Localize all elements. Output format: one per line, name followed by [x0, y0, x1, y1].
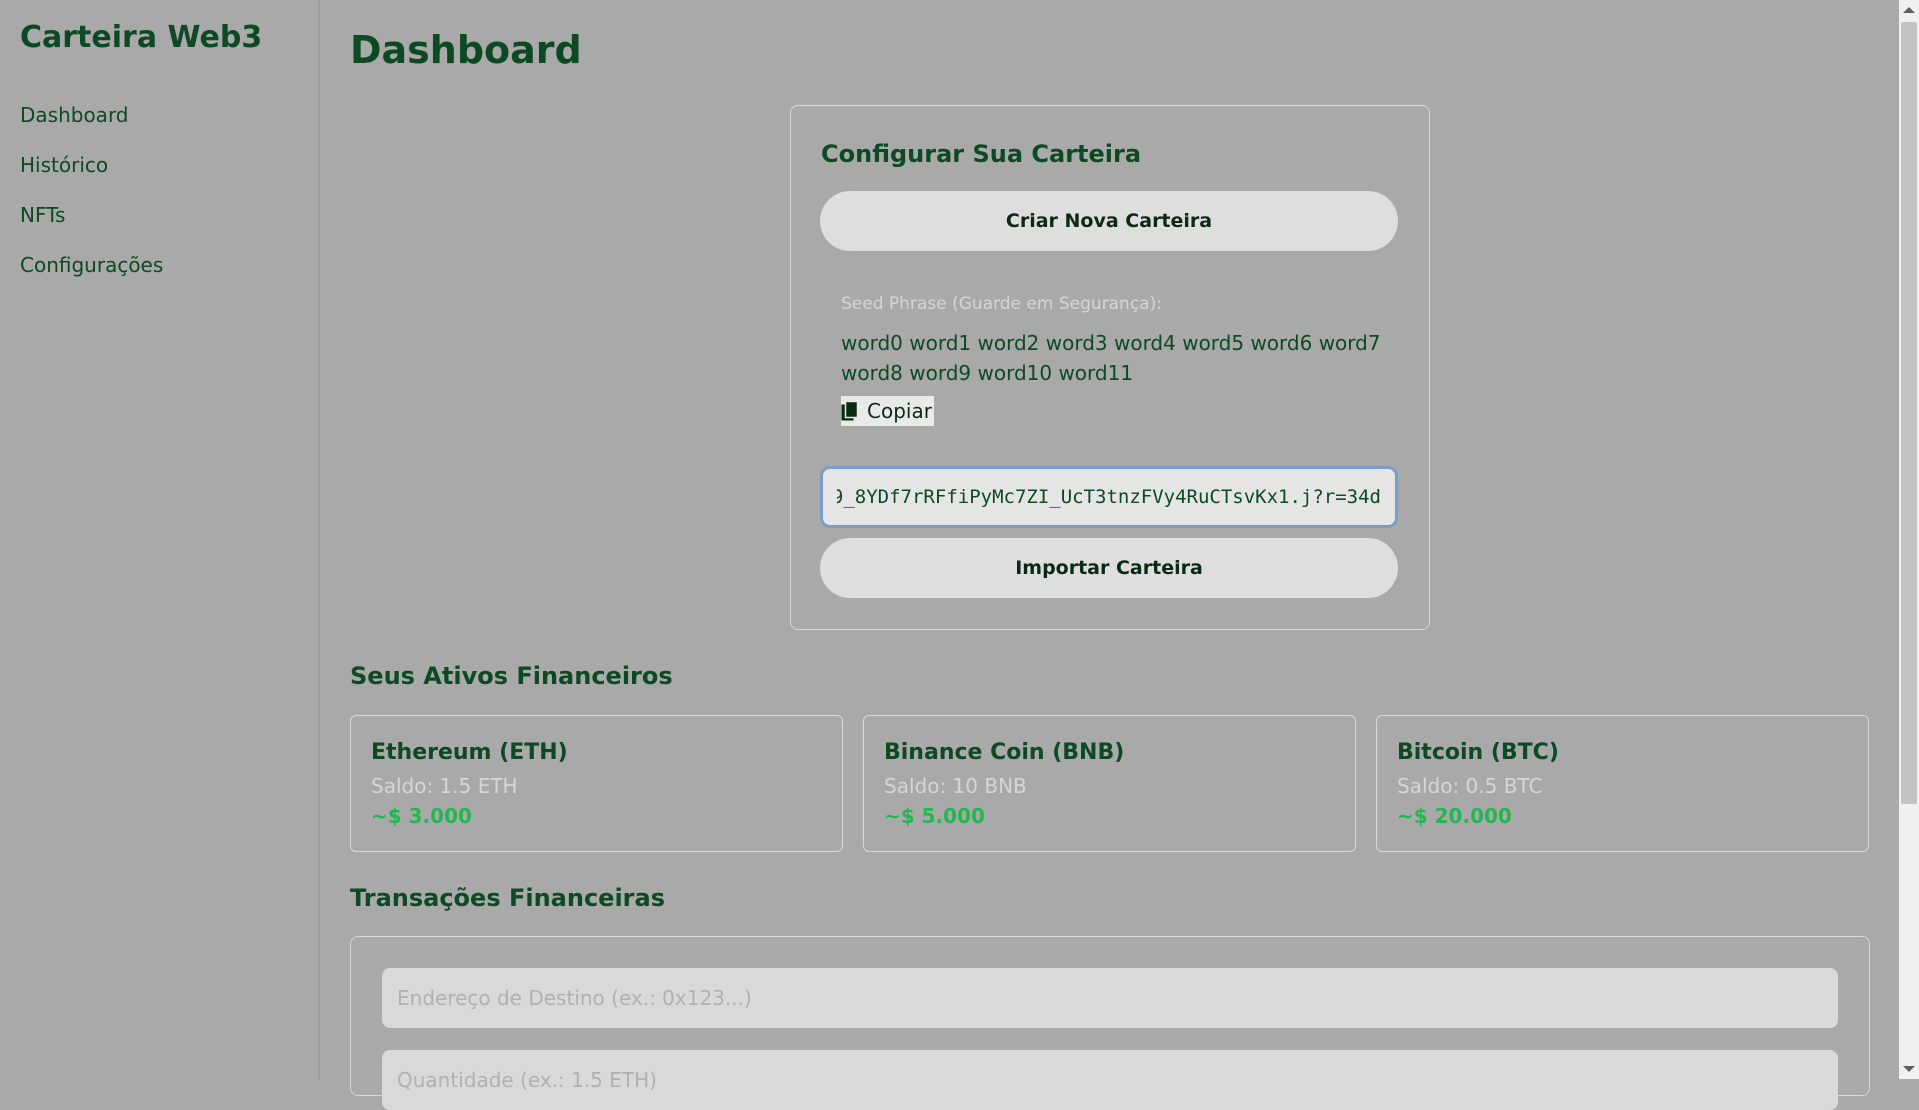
- page-title: Dashboard: [350, 28, 582, 72]
- main-content: Dashboard Configurar Sua Carteira Criar …: [320, 0, 1899, 1110]
- asset-balance: Saldo: 1.5 ETH: [371, 774, 518, 798]
- asset-balance: Saldo: 0.5 BTC: [1397, 774, 1543, 798]
- asset-value: ~$ 20.000: [1397, 804, 1512, 828]
- sidebar-item-nfts[interactable]: NFTs: [20, 203, 65, 227]
- transactions-section-title: Transações Financeiras: [350, 884, 665, 912]
- asset-value: ~$ 5.000: [884, 804, 985, 828]
- asset-balance: Saldo: 10 BNB: [884, 774, 1027, 798]
- asset-value: ~$ 3.000: [371, 804, 472, 828]
- seed-phrase-words: word0 word1 word2 word3 word4 word5 word…: [841, 331, 1381, 385]
- setup-title: Configurar Sua Carteira: [821, 140, 1142, 168]
- page-scrollbar[interactable]: [1899, 0, 1919, 1079]
- copy-seed-label: Copiar: [867, 399, 932, 423]
- asset-name: Bitcoin (BTC): [1397, 740, 1559, 765]
- assets-section-title: Seus Ativos Financeiros: [350, 662, 673, 690]
- asset-card-eth: Ethereum (ETH) Saldo: 1.5 ETH ~$ 3.000: [350, 715, 843, 852]
- seed-phrase-label: Seed Phrase (Guarde em Segurança):: [841, 294, 1162, 314]
- wallet-setup-card: Configurar Sua Carteira Criar Nova Carte…: [790, 105, 1430, 630]
- scroll-down-arrow-icon[interactable]: [1903, 1066, 1915, 1072]
- brand-title: Carteira Web3: [20, 20, 263, 55]
- copy-seed-button[interactable]: Copiar: [841, 396, 934, 426]
- destination-address-input[interactable]: [382, 968, 1838, 1028]
- sidebar-item-dashboard[interactable]: Dashboard: [20, 103, 129, 127]
- scrollbar-thumb[interactable]: [1901, 22, 1917, 804]
- copy-icon: [841, 400, 859, 422]
- asset-card-bnb: Binance Coin (BNB) Saldo: 10 BNB ~$ 5.00…: [863, 715, 1356, 852]
- create-wallet-button[interactable]: Criar Nova Carteira: [820, 191, 1398, 251]
- sidebar-item-historico[interactable]: Histórico: [20, 153, 108, 177]
- scroll-up-arrow-icon[interactable]: [1903, 7, 1915, 13]
- asset-name: Binance Coin (BNB): [884, 740, 1125, 765]
- amount-input[interactable]: [382, 1050, 1838, 1110]
- sidebar-item-configuracoes[interactable]: Configurações: [20, 253, 163, 277]
- transactions-panel: [350, 936, 1870, 1110]
- import-wallet-button[interactable]: Importar Carteira: [820, 538, 1398, 598]
- import-seed-input[interactable]: [820, 466, 1398, 528]
- asset-card-btc: Bitcoin (BTC) Saldo: 0.5 BTC ~$ 20.000: [1376, 715, 1869, 852]
- sidebar: Carteira Web3 Dashboard Histórico NFTs C…: [0, 0, 320, 1079]
- asset-name: Ethereum (ETH): [371, 740, 568, 765]
